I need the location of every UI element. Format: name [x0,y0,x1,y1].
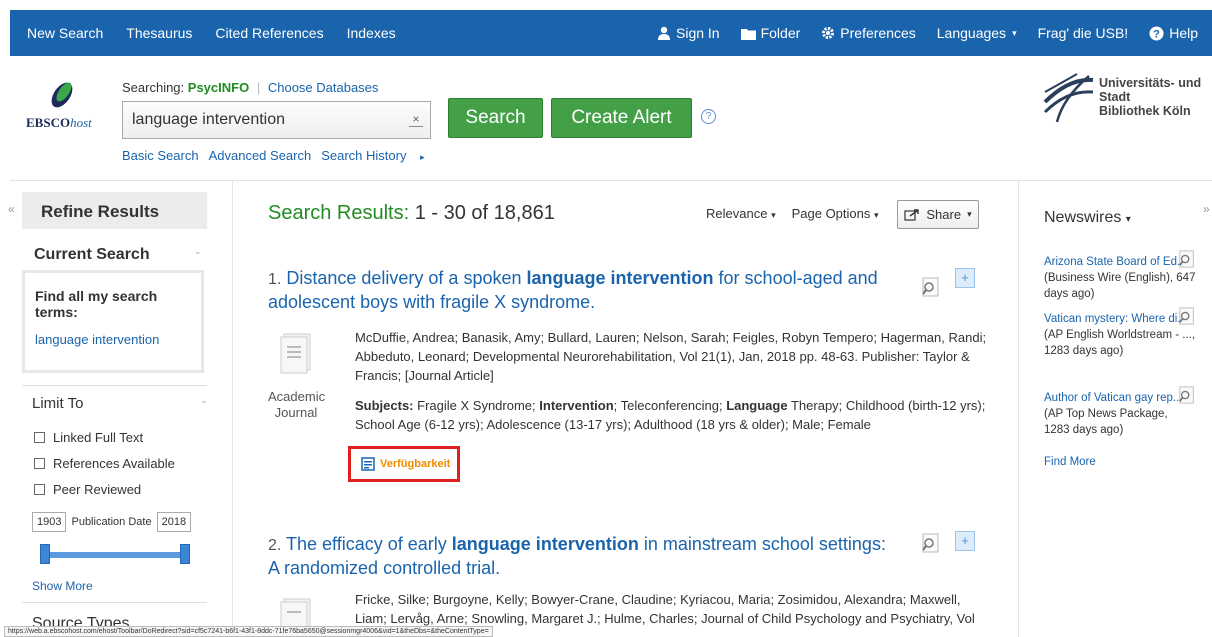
limit-peer-reviewed[interactable]: Peer Reviewed [34,482,141,497]
search-input[interactable] [132,111,392,129]
date-from-input[interactable]: 1903 [32,512,67,532]
relevance-sort-menu[interactable]: Relevance ▾ [706,206,776,221]
library-name: Universitäts- und Stadt Bibliothek Köln [1099,76,1202,118]
search-history-link[interactable]: Search History ▸ [321,148,434,163]
find-more-link[interactable]: Find More [1044,456,1096,468]
preview-magnifier-icon[interactable] [1178,386,1196,404]
newswires-heading[interactable]: Newswires ▾ [1044,209,1131,227]
result-subjects-1: Subjects: Fragile X Syndrome; Interventi… [355,398,986,432]
preview-magnifier-icon[interactable] [1178,307,1196,325]
folder-icon [740,28,756,40]
ask-usb-label: Frag' die USB! [1037,25,1129,41]
searching-label: Searching: [122,80,185,95]
result-title-2[interactable]: 2. The efficacy of early language interv… [268,533,888,580]
preview-magnifier-icon[interactable] [1178,250,1196,268]
collapse-right-icon[interactable]: » [1203,202,1210,216]
publication-date-slider[interactable] [40,544,190,564]
chevron-down-icon[interactable]: ⌄ [194,246,202,257]
help-label: Help [1169,25,1198,41]
choose-databases-link[interactable]: Choose Databases [268,80,379,95]
help-link[interactable]: ? Help [1149,25,1198,41]
chevron-down-icon: ▾ [1012,27,1017,38]
current-search-term[interactable]: language intervention [35,332,191,347]
add-to-folder-icon[interactable]: + [955,531,975,551]
refine-results-heading: Refine Results [22,192,207,229]
page-options-menu[interactable]: Page Options ▾ [792,206,879,221]
top-navigation-bar: New Search Thesaurus Cited References In… [10,10,1212,56]
sign-in-link[interactable]: Sign In [657,25,720,41]
svg-text:?: ? [1153,28,1160,40]
languages-menu[interactable]: Languages ▾ [937,25,1017,41]
chevron-down-icon[interactable]: ⌄ [200,395,208,406]
newswire-item-3[interactable]: Author of Vatican gay rep... (AP Top New… [1044,386,1196,438]
folder-label: Folder [760,25,801,41]
newswire-item-2[interactable]: Vatican mystery: Where di... (AP English… [1044,307,1196,359]
limit-references-available[interactable]: References Available [34,456,175,471]
search-header: EBSCOhost Searching: PsycINFO | Choose D… [10,56,1212,181]
limit-linked-full-text[interactable]: Linked Full Text [34,430,143,445]
user-icon [658,26,670,40]
refine-sidebar: Refine Results Current Search ⌄ Find all… [22,192,208,632]
availability-icon [361,457,375,471]
ebscohost-logo[interactable]: EBSCOhost [26,80,96,131]
search-help-icon[interactable]: ? [701,109,716,124]
result-citation-1: McDuffie, Andrea; Banasik, Amy; Bullard,… [355,330,987,383]
search-box[interactable]: × [122,101,431,139]
library-logo[interactable]: Universitäts- und Stadt Bibliothek Köln [1043,72,1203,132]
checkbox[interactable] [34,432,45,443]
nav-new-search[interactable]: New Search [27,25,103,41]
date-to-input[interactable]: 2018 [156,512,192,532]
help-icon: ? [1149,26,1164,40]
current-search-heading[interactable]: Current Search [34,246,150,264]
gear-icon [822,27,835,39]
nav-indexes[interactable]: Indexes [347,25,396,41]
add-to-folder-icon[interactable]: + [955,268,975,288]
preferences-label: Preferences [840,25,916,41]
checkbox[interactable] [34,458,45,469]
search-button[interactable]: Search [448,98,543,138]
checkbox[interactable] [34,484,45,495]
limit-to-heading[interactable]: Limit To [32,395,83,412]
current-search-box: Find all my search terms: language inter… [22,270,204,373]
clear-search-icon[interactable]: × [409,113,423,127]
database-name: PsycINFO [187,80,250,95]
basic-search-link[interactable]: Basic Search [122,148,199,163]
advanced-search-link[interactable]: Advanced Search [209,148,312,163]
availability-button[interactable]: Verfügbarkeit [348,446,460,482]
sign-in-label: Sign In [676,25,720,41]
find-all-terms-label: Find all my search terms: [35,288,158,320]
languages-label: Languages [936,25,1007,41]
browser-status-url: https://web.a.ebscohost.com/ehost/Toolba… [4,626,493,637]
nav-thesaurus[interactable]: Thesaurus [126,25,192,41]
search-mode-links: Basic Search Advanced Search Search Hist… [122,148,445,163]
ebscohost-logo-text: EBSCOhost [26,115,92,130]
slider-handle-end[interactable] [180,544,190,564]
results-count-heading: Search Results: 1 - 30 of 18,861 [268,202,555,224]
sort-options: Relevance ▾ Page Options ▾ [706,206,895,221]
academic-journal-icon [280,333,311,374]
slider-handle-start[interactable] [40,544,50,564]
share-button[interactable]: Share ▾ [897,200,979,229]
publication-date-label: Publication Date [71,516,152,528]
nav-cited-references[interactable]: Cited References [215,25,323,41]
result-title-1[interactable]: 1. Distance delivery of a spoken languag… [268,267,888,314]
ebsco-leaf-icon [51,82,73,108]
library-crest-icon [1043,72,1095,124]
folder-link[interactable]: Folder [740,25,801,41]
preview-magnifier-icon[interactable] [921,533,941,553]
collapse-left-icon[interactable]: « [8,202,15,216]
share-icon [904,209,920,221]
create-alert-button[interactable]: Create Alert [551,98,692,138]
preferences-link[interactable]: Preferences [821,25,916,41]
show-more-link[interactable]: Show More [32,579,93,593]
ask-usb-link[interactable]: Frag' die USB! [1038,25,1129,41]
searching-line: Searching: PsycINFO | Choose Databases [122,80,379,95]
publication-type-label: Academic Journal [268,389,326,420]
preview-magnifier-icon[interactable] [921,277,941,297]
newswire-item-1[interactable]: Arizona State Board of Ed... (Business W… [1044,250,1196,302]
publication-date-range: 1903 Publication Date 2018 [32,512,192,532]
